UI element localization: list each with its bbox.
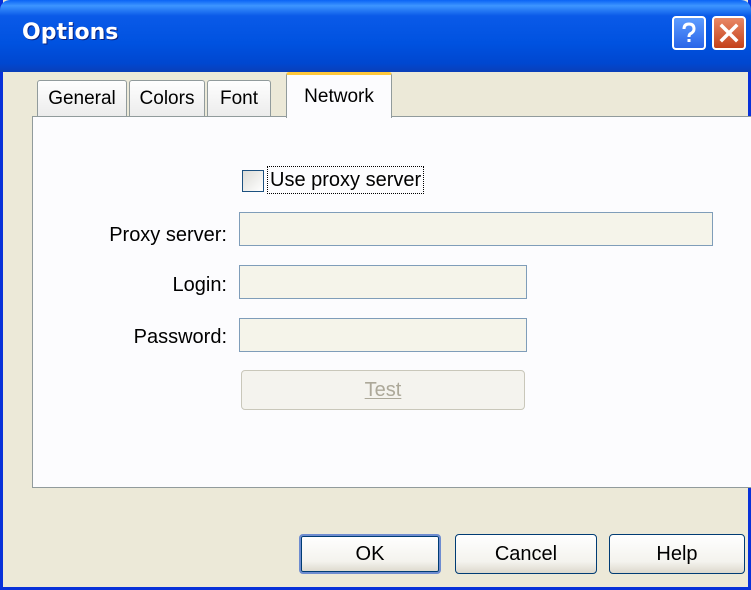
ok-label: OK — [355, 542, 385, 565]
proxy-server-field[interactable] — [239, 212, 713, 246]
question-mark-icon — [682, 22, 696, 42]
test-button[interactable]: Test — [241, 370, 525, 410]
login-field[interactable] — [239, 265, 527, 299]
tab-font[interactable]: Font — [207, 80, 271, 116]
options-dialog: Options General Colors Font Network Use … — [0, 0, 751, 590]
cancel-label: Cancel — [494, 542, 558, 565]
login-label: Login: — [172, 274, 228, 296]
tab-label: Colors — [139, 87, 195, 109]
ok-button[interactable]: OK — [299, 534, 441, 574]
password-field[interactable] — [239, 318, 527, 352]
help-label: Help — [656, 542, 698, 565]
tab-label: Network — [304, 85, 374, 107]
test-button-label: Test — [364, 378, 402, 401]
title-bar[interactable]: Options — [0, 0, 751, 72]
help-button[interactable]: Help — [609, 534, 745, 574]
proxy-server-label: Proxy server: — [109, 224, 227, 246]
window-title: Options — [22, 20, 119, 45]
tab-network[interactable]: Network — [286, 72, 392, 118]
use-proxy-label[interactable]: Use proxy server — [267, 166, 425, 194]
tab-label: General — [48, 87, 116, 109]
use-proxy-checkbox[interactable] — [242, 170, 264, 192]
tab-label: Font — [219, 87, 259, 109]
cancel-button[interactable]: Cancel — [455, 534, 597, 574]
title-close-button[interactable] — [712, 16, 746, 50]
password-label: Password: — [133, 326, 227, 348]
tab-general[interactable]: General — [37, 80, 127, 116]
tab-colors[interactable]: Colors — [129, 80, 205, 116]
title-help-button[interactable] — [672, 16, 706, 50]
close-icon — [719, 23, 739, 43]
